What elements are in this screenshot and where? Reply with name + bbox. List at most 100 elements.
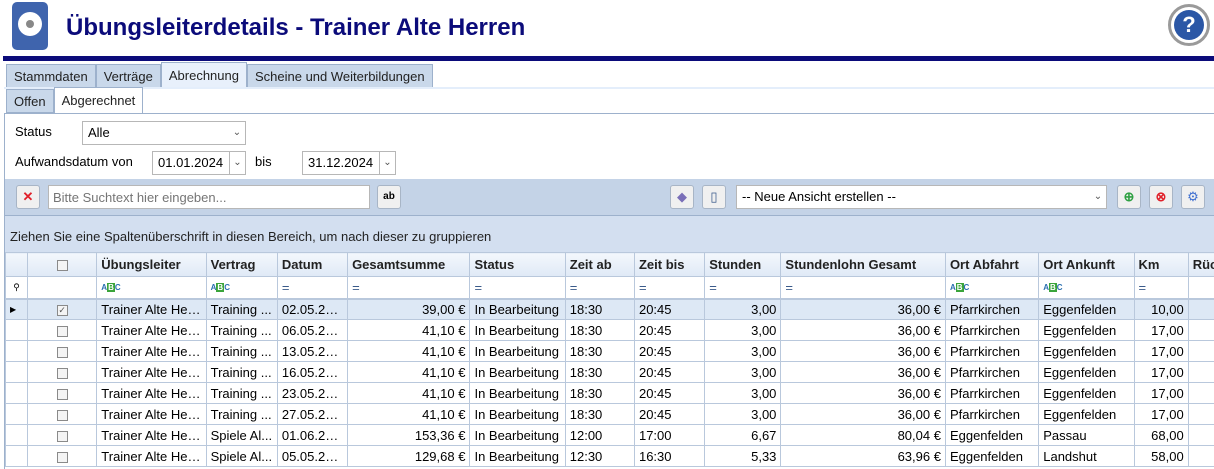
- view-select[interactable]: -- Neue Ansicht erstellen -- ⌄: [736, 185, 1107, 209]
- chevron-down-icon[interactable]: ⌄: [229, 152, 245, 174]
- status-select[interactable]: Alle ⌄: [82, 121, 246, 145]
- settings-button[interactable]: ⚙: [1181, 185, 1205, 209]
- delete-view-button[interactable]: ⊗: [1149, 185, 1173, 209]
- equals-filter-icon: =: [352, 279, 360, 295]
- group-panel[interactable]: Ziehen Sie eine Spaltenüberschrift in di…: [5, 215, 1214, 252]
- table-cell: Training ...: [205, 298, 278, 320]
- filter-cell[interactable]: =: [1133, 276, 1189, 300]
- table-cell: 12:30: [564, 445, 635, 467]
- filter-cell[interactable]: ABC: [96, 276, 207, 300]
- date-to-value: 31.12.2024: [308, 155, 374, 170]
- row-indicator: [4, 445, 29, 467]
- table-cell: Trainer Alte Her...: [96, 403, 207, 425]
- select-all-checkbox[interactable]: [27, 252, 98, 277]
- tab-abrechnung[interactable]: Abrechnung: [160, 62, 247, 88]
- eraser-icon: ab: [383, 191, 395, 202]
- table-row[interactable]: ▶ ✓ Trainer Alte Her... Training ... 02.05.2…: [4, 298, 1214, 320]
- book-button[interactable]: ▯: [702, 185, 726, 209]
- table-row[interactable]: Trainer Alte Her... Spiele Al... 05.05.202…: [4, 445, 1214, 467]
- sub-tabs: Offen Abgerechnet: [6, 87, 144, 113]
- tab-vertraege[interactable]: Verträge: [95, 64, 161, 88]
- column-header[interactable]: Ort Abfahrt: [944, 252, 1040, 277]
- gear-icon: ⚙: [1187, 189, 1199, 204]
- checkbox-icon: [56, 367, 68, 379]
- tab-stammdaten[interactable]: Stammdaten: [6, 64, 96, 88]
- table-cell: 41,10 €: [347, 361, 471, 383]
- table-row[interactable]: Trainer Alte Her... Training ... 13.05.202…: [4, 340, 1214, 362]
- tab-offen[interactable]: Offen: [6, 89, 54, 113]
- column-header[interactable]: Ort Ankunft: [1038, 252, 1135, 277]
- help-button[interactable]: ?: [1168, 4, 1210, 46]
- table-cell: Eggenfelden: [1038, 403, 1135, 425]
- tab-scheine[interactable]: Scheine und Weiterbildungen: [246, 64, 433, 88]
- row-checkbox[interactable]: ✓: [27, 298, 98, 320]
- table-cell: Trainer Alte Her...: [96, 298, 207, 320]
- filter-cell[interactable]: [1187, 276, 1214, 300]
- table-row[interactable]: Trainer Alte Her... Training ... 06.05.202…: [4, 319, 1214, 341]
- filter-cell[interactable]: =: [469, 276, 566, 300]
- row-checkbox[interactable]: [27, 361, 98, 383]
- row-checkbox[interactable]: [27, 340, 98, 362]
- column-header[interactable]: Vertrag: [205, 252, 278, 277]
- chevron-down-icon[interactable]: ⌄: [379, 152, 395, 174]
- table-cell: 10,00: [1133, 298, 1189, 320]
- checkbox-icon: [56, 325, 68, 337]
- column-header[interactable]: Übungsleiter: [96, 252, 207, 277]
- column-header[interactable]: Stundenlohn Gesamt: [780, 252, 946, 277]
- column-header[interactable]: Rüc: [1187, 252, 1214, 277]
- filter-cell[interactable]: ABC: [205, 276, 278, 300]
- filter-cell[interactable]: =: [347, 276, 471, 300]
- tab-abgerechnet[interactable]: Abgerechnet: [53, 87, 144, 113]
- column-header[interactable]: Datum: [276, 252, 349, 277]
- date-from-picker[interactable]: 01.01.2024 ⌄: [152, 151, 246, 175]
- bis-label: bis: [255, 154, 272, 169]
- checkbox-icon: ✓: [56, 304, 68, 316]
- search-input[interactable]: [48, 185, 370, 209]
- column-header[interactable]: Gesamtsumme: [347, 252, 471, 277]
- text-filter-icon: ABC: [101, 283, 121, 293]
- table-cell: 6,67: [704, 424, 782, 446]
- row-checkbox[interactable]: [27, 445, 98, 467]
- column-header[interactable]: Stunden: [704, 252, 782, 277]
- filter-cell[interactable]: =: [780, 276, 946, 300]
- table-cell: 20:45: [633, 319, 706, 341]
- column-header[interactable]: Status: [469, 252, 566, 277]
- table-cell: 41,10 €: [347, 382, 471, 404]
- table-row[interactable]: Trainer Alte Her... Spiele Al... 01.06.202…: [4, 424, 1214, 446]
- table-cell: In Bearbeitung: [469, 361, 566, 383]
- table-cell: Trainer Alte Her...: [96, 361, 207, 383]
- table-cell: 16.05.2024: [276, 361, 349, 383]
- row-checkbox[interactable]: [27, 319, 98, 341]
- add-view-button[interactable]: ⊕: [1117, 185, 1141, 209]
- filter-cell[interactable]: =: [633, 276, 706, 300]
- filter-cell[interactable]: =: [564, 276, 635, 300]
- filter-cell[interactable]: =: [276, 276, 349, 300]
- table-cell: 39,00 €: [347, 298, 471, 320]
- filter-cell[interactable]: [27, 276, 98, 300]
- filter-cell[interactable]: =: [704, 276, 782, 300]
- column-header[interactable]: Km: [1133, 252, 1189, 277]
- table-row[interactable]: Trainer Alte Her... Training ... 23.05.202…: [4, 382, 1214, 404]
- table-cell: In Bearbeitung: [469, 340, 566, 362]
- table-cell: [1187, 298, 1214, 320]
- table-cell: 17,00: [1133, 382, 1189, 404]
- plus-circle-icon: ⊕: [1123, 189, 1135, 204]
- row-checkbox[interactable]: [27, 424, 98, 446]
- table-cell: 20:45: [633, 382, 706, 404]
- clear-search-button[interactable]: ✕: [16, 185, 40, 209]
- date-to-picker[interactable]: 31.12.2024 ⌄: [302, 151, 396, 175]
- table-cell: 17,00: [1133, 319, 1189, 341]
- row-checkbox[interactable]: [27, 382, 98, 404]
- table-row[interactable]: Trainer Alte Her... Training ... 27.05.202…: [4, 403, 1214, 425]
- column-header[interactable]: Zeit bis: [633, 252, 706, 277]
- layers-button[interactable]: ◆: [670, 185, 694, 209]
- table-row[interactable]: Trainer Alte Her... Training ... 16.05.202…: [4, 361, 1214, 383]
- table-cell: 3,00: [704, 319, 782, 341]
- spellcheck-button[interactable]: ab: [377, 185, 401, 209]
- row-checkbox[interactable]: [27, 403, 98, 425]
- filter-cell[interactable]: ABC: [944, 276, 1040, 300]
- table-cell: [1187, 340, 1214, 362]
- column-header[interactable]: Zeit ab: [564, 252, 635, 277]
- filter-cell[interactable]: ABC: [1038, 276, 1135, 300]
- table-cell: [1187, 361, 1214, 383]
